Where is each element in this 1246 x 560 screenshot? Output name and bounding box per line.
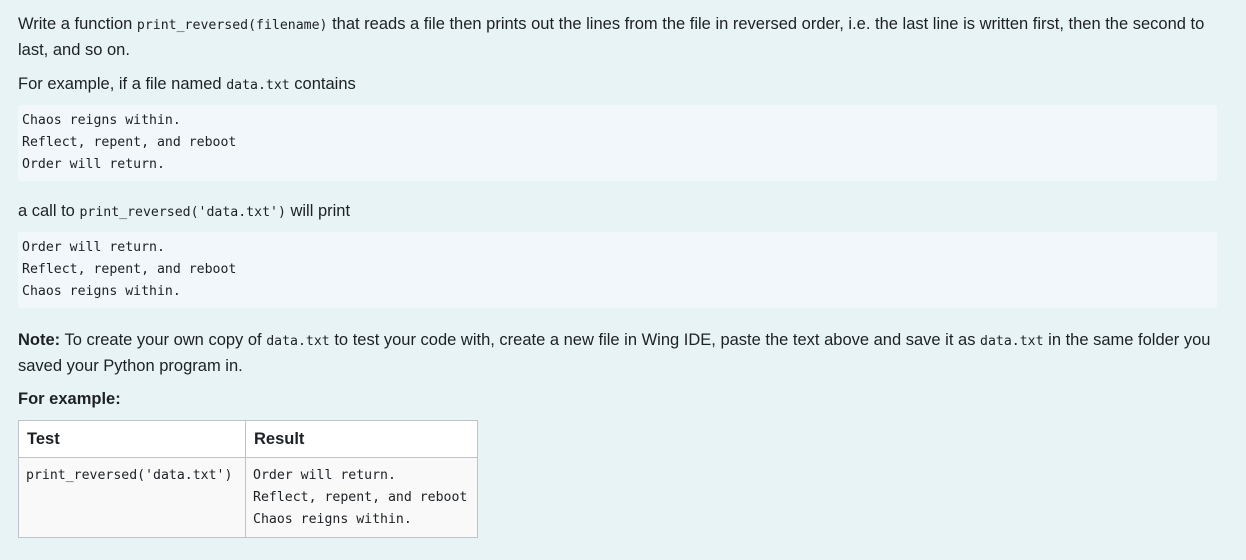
intro-paragraph: Write a function print_reversed(filename… xyxy=(18,12,1228,63)
result-column-header: Result xyxy=(245,420,478,458)
output-line: Chaos reigns within. xyxy=(22,284,181,299)
example-intro-text: For example, if a file named xyxy=(18,75,227,93)
file-line: Reflect, repent, and reboot xyxy=(22,135,237,150)
test-column-header: Test xyxy=(18,420,246,458)
call-text: a call to xyxy=(18,202,80,220)
note-text: To create your own copy of xyxy=(60,331,267,349)
filename-code: data.txt xyxy=(226,78,290,93)
result-cell: Order will return. Reflect, repent, and … xyxy=(245,457,478,538)
examples-table: Test Result print_reversed('data.txt') O… xyxy=(18,420,478,538)
for-example-heading: For example: xyxy=(18,390,121,408)
note-filename-code: data.txt xyxy=(980,334,1044,349)
file-line: Chaos reigns within. xyxy=(22,113,181,128)
table-row: print_reversed('data.txt') Order will re… xyxy=(18,457,478,538)
call-text-end: will print xyxy=(285,202,351,220)
file-line: Order will return. xyxy=(22,157,165,172)
example-intro-paragraph: For example, if a file named data.txt co… xyxy=(18,72,1228,98)
function-call-code: print_reversed('data.txt') xyxy=(79,205,286,220)
note-text-continued: to test your code with, create a new fil… xyxy=(329,331,981,349)
question-text: Write a function print_reversed(filename… xyxy=(0,0,1246,560)
output-codeblock: Order will return. Reflect, repent, and r… xyxy=(18,232,1217,308)
call-paragraph: a call to print_reversed('data.txt') wil… xyxy=(18,199,1228,225)
output-line: Reflect, repent, and reboot xyxy=(22,262,237,277)
file-contents-codeblock: Chaos reigns within. Reflect, repent, and… xyxy=(18,105,1217,181)
note-paragraph: Note: To create your own copy of data.tx… xyxy=(18,328,1228,379)
test-cell: print_reversed('data.txt') xyxy=(18,457,246,538)
function-signature-code: print_reversed(filename) xyxy=(136,18,328,33)
example-intro-text-end: contains xyxy=(289,75,356,93)
note-label: Note: xyxy=(18,331,61,349)
note-filename-code: data.txt xyxy=(266,334,330,349)
intro-text: Write a function xyxy=(18,15,137,33)
output-line: Order will return. xyxy=(22,240,165,255)
table-header-row: Test Result xyxy=(18,420,478,458)
